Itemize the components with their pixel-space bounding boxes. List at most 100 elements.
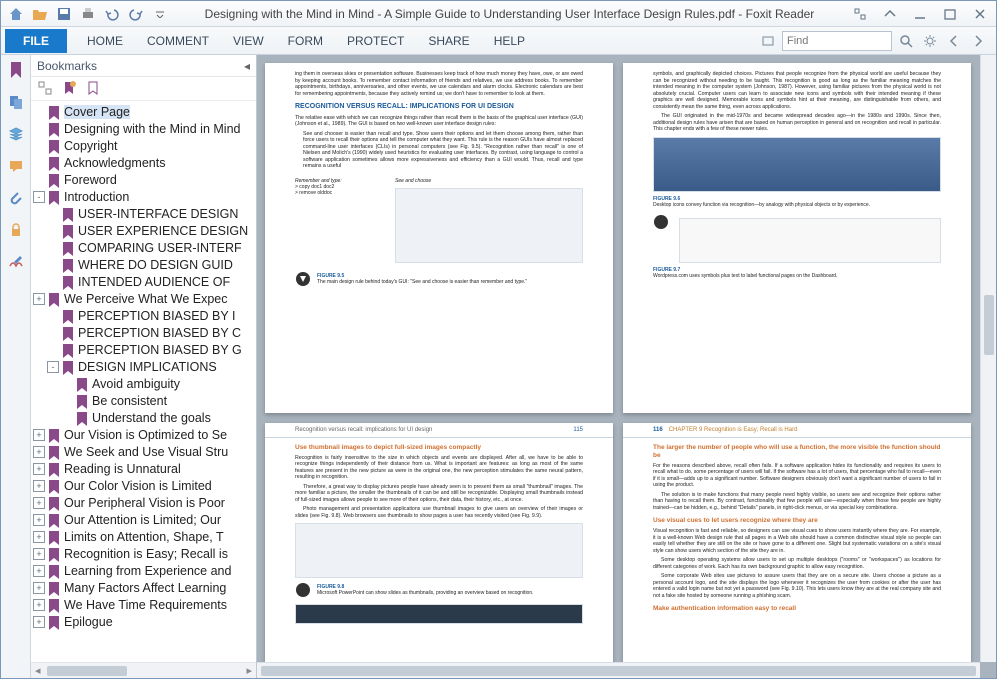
close-icon[interactable] xyxy=(968,5,992,23)
bookmark-item[interactable]: +Learning from Experience and xyxy=(33,562,256,579)
search-icon[interactable] xyxy=(896,31,916,51)
bookmark-item[interactable]: PERCEPTION BIASED BY C xyxy=(33,324,256,341)
print-icon[interactable] xyxy=(77,3,99,25)
page-bottom-left: Recognition versus recall: implications … xyxy=(265,423,613,678)
bookmark-item[interactable]: Acknowledgments xyxy=(33,154,256,171)
bookmark-item[interactable]: +We Have Time Requirements xyxy=(33,596,256,613)
layers-icon[interactable] xyxy=(5,123,27,145)
tab-home[interactable]: HOME xyxy=(75,30,135,52)
bookmark-item[interactable]: WHERE DO DESIGN GUID xyxy=(33,256,256,273)
tab-form[interactable]: FORM xyxy=(276,30,335,52)
pages-icon[interactable] xyxy=(5,91,27,113)
bookmark-item[interactable]: +Recognition is Easy; Recall is xyxy=(33,545,256,562)
tree-toggle-icon[interactable]: + xyxy=(33,480,45,492)
maximize-icon[interactable] xyxy=(938,5,962,23)
horizontal-scrollbar[interactable] xyxy=(257,662,980,678)
next-icon[interactable] xyxy=(968,31,988,51)
ribbon-minimize-icon[interactable] xyxy=(848,5,872,23)
bookmark-item[interactable]: Copyright xyxy=(33,137,256,154)
expand-all-icon[interactable] xyxy=(37,80,55,98)
bookmark-item[interactable]: - Introduction xyxy=(33,188,256,205)
tree-toggle-icon[interactable]: + xyxy=(33,565,45,577)
bookmarks-icon[interactable] xyxy=(5,59,27,81)
bookmark-item[interactable]: +Reading is Unnatural xyxy=(33,460,256,477)
bookmark-item[interactable]: PERCEPTION BIASED BY I xyxy=(33,307,256,324)
bookmark-item[interactable]: -DESIGN IMPLICATIONS xyxy=(33,358,256,375)
tab-comment[interactable]: COMMENT xyxy=(135,30,221,52)
tree-toggle-icon[interactable]: + xyxy=(33,293,45,305)
bookmarks-hscroll[interactable]: ◂ ▸ xyxy=(31,662,256,678)
pg-br-h2: Use visual cues to let users recognize w… xyxy=(653,517,941,525)
comments-icon[interactable] xyxy=(5,155,27,177)
bookmark-item[interactable]: +We Perceive What We Expec xyxy=(33,290,256,307)
bookmark-item[interactable]: +Our Vision is Optimized to Se xyxy=(33,426,256,443)
prev-icon[interactable] xyxy=(944,31,964,51)
tab-help[interactable]: HELP xyxy=(482,30,537,52)
redo-icon[interactable] xyxy=(125,3,147,25)
bookmark-item[interactable]: +Many Factors Affect Learning xyxy=(33,579,256,596)
bookmark-item[interactable]: PERCEPTION BIASED BY G xyxy=(33,341,256,358)
bookmark-label: Our Peripheral Vision is Poor xyxy=(64,496,225,510)
vertical-scrollbar[interactable] xyxy=(980,55,996,662)
tab-share[interactable]: SHARE xyxy=(416,30,481,52)
minimize-icon[interactable] xyxy=(908,5,932,23)
bookmark-label: Introduction xyxy=(64,190,129,204)
qat-dropdown-icon[interactable] xyxy=(149,3,171,25)
tree-toggle-icon[interactable]: + xyxy=(33,446,45,458)
page-top-left: ing them in overseas skies or presentati… xyxy=(265,63,613,413)
bookmark-icon xyxy=(47,122,61,136)
tree-toggle-icon[interactable]: - xyxy=(33,191,45,203)
bookmark-icon xyxy=(47,513,61,527)
bookmark-item[interactable]: USER EXPERIENCE DESIGN xyxy=(33,222,256,239)
bookmark-item[interactable]: INTENDED AUDIENCE OF xyxy=(33,273,256,290)
save-icon[interactable] xyxy=(53,3,75,25)
bookmark-item[interactable]: +Epilogue xyxy=(33,613,256,630)
bookmark-item[interactable]: Cover Page xyxy=(33,103,256,120)
bookmarks-tree[interactable]: Cover PageDesigning with the Mind in Min… xyxy=(31,101,256,662)
collapse-icon[interactable]: ◂ xyxy=(244,59,250,73)
bookmark-item[interactable]: +Limits on Attention, Shape, T xyxy=(33,528,256,545)
bookmark-item[interactable]: Be consistent xyxy=(33,392,256,409)
tree-toggle-icon[interactable]: + xyxy=(33,582,45,594)
bookmark-icon xyxy=(61,343,75,357)
security-icon[interactable] xyxy=(5,219,27,241)
tab-protect[interactable]: PROTECT xyxy=(335,30,416,52)
tree-toggle-icon[interactable]: + xyxy=(33,497,45,509)
signatures-icon[interactable] xyxy=(5,251,27,273)
new-bookmark-icon[interactable] xyxy=(61,80,79,98)
pg-tl-para1: ing them in overseas skies or presentati… xyxy=(295,71,583,97)
bookmark-item[interactable]: Designing with the Mind in Mind xyxy=(33,120,256,137)
tab-view[interactable]: VIEW xyxy=(221,30,276,52)
tree-toggle-icon[interactable]: + xyxy=(33,463,45,475)
ribbon-options-icon[interactable] xyxy=(878,5,902,23)
tree-toggle-icon[interactable]: + xyxy=(33,531,45,543)
bookmark-options-icon[interactable] xyxy=(85,80,103,98)
document-area[interactable]: ing them in overseas skies or presentati… xyxy=(257,55,996,678)
home-icon[interactable] xyxy=(5,3,27,25)
bookmark-item[interactable]: USER-INTERFACE DESIGN xyxy=(33,205,256,222)
bookmark-item[interactable]: COMPARING USER-INTERF xyxy=(33,239,256,256)
elsevier-logo-icon xyxy=(295,271,311,287)
open-icon[interactable] xyxy=(29,3,51,25)
bookmark-item[interactable]: Avoid ambiguity xyxy=(33,375,256,392)
tree-toggle-icon[interactable]: + xyxy=(33,548,45,560)
bookmark-item[interactable]: Foreword xyxy=(33,171,256,188)
file-tab[interactable]: FILE xyxy=(5,29,67,53)
find-input[interactable] xyxy=(782,31,892,51)
attachments-icon[interactable] xyxy=(5,187,27,209)
undo-icon[interactable] xyxy=(101,3,123,25)
tree-toggle-icon[interactable]: - xyxy=(47,361,59,373)
bookmark-item[interactable]: +We Seek and Use Visual Stru xyxy=(33,443,256,460)
tree-toggle-icon xyxy=(47,225,59,237)
bookmark-item[interactable]: +Our Color Vision is Limited xyxy=(33,477,256,494)
tree-toggle-icon[interactable]: + xyxy=(33,616,45,628)
tree-toggle-icon[interactable]: + xyxy=(33,429,45,441)
settings-icon[interactable] xyxy=(920,31,940,51)
bookmark-item[interactable]: + Our Peripheral Vision is Poor xyxy=(33,494,256,511)
notification-icon[interactable] xyxy=(758,31,778,51)
tree-toggle-icon[interactable]: + xyxy=(33,599,45,611)
tree-toggle-icon[interactable]: + xyxy=(33,514,45,526)
bookmarks-toolbar xyxy=(31,77,256,101)
bookmark-item[interactable]: Understand the goals xyxy=(33,409,256,426)
bookmark-item[interactable]: +Our Attention is Limited; Our xyxy=(33,511,256,528)
